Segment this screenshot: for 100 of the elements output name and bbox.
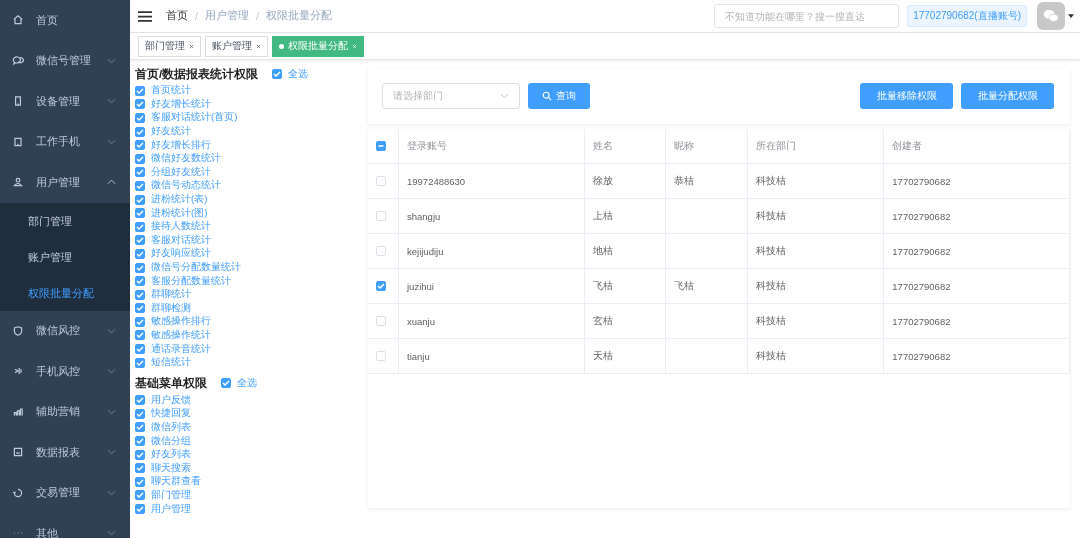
permission-label[interactable]: 进粉统计(表): [151, 193, 208, 207]
sidebar-item[interactable]: 设备管理: [0, 81, 130, 122]
checkbox[interactable]: [135, 126, 145, 137]
checkbox[interactable]: [135, 476, 145, 487]
permission-label[interactable]: 微信好友数统计: [151, 152, 221, 166]
checkbox[interactable]: [376, 281, 386, 291]
sidebar-item[interactable]: 微信号管理: [0, 40, 130, 81]
checkbox[interactable]: [135, 504, 145, 514]
checkbox[interactable]: [272, 69, 283, 79]
breadcrumb-item[interactable]: 首页: [166, 9, 188, 23]
breadcrumb-item[interactable]: 用户管理: [204, 9, 249, 23]
checkbox[interactable]: [135, 408, 145, 419]
permission-label[interactable]: 好友响应统计: [151, 247, 211, 261]
department-select[interactable]: 请选择部门: [382, 83, 520, 109]
checkbox[interactable]: [135, 276, 145, 287]
checkbox[interactable]: [135, 194, 145, 205]
checkbox[interactable]: [135, 316, 145, 327]
checkbox[interactable]: [135, 221, 145, 232]
select-all-label[interactable]: 全选: [288, 67, 309, 81]
permission-label[interactable]: 进粉统计(图): [151, 206, 208, 220]
checkbox[interactable]: [135, 235, 145, 246]
checkbox[interactable]: [135, 344, 145, 355]
permission-label[interactable]: 用户管理: [151, 502, 191, 516]
checkbox[interactable]: [135, 153, 145, 164]
checkbox[interactable]: [135, 180, 145, 191]
checkbox[interactable]: [135, 357, 145, 368]
permission-label[interactable]: 好友统计: [151, 125, 191, 139]
action-button[interactable]: 批量分配权限: [961, 83, 1054, 109]
permission-label[interactable]: 首页统计: [151, 84, 191, 98]
sidebar-item[interactable]: 用户管理: [0, 162, 130, 203]
permission-label[interactable]: 微信号分配数量统计: [151, 261, 241, 274]
permission-label[interactable]: 好友增长排行: [151, 138, 211, 152]
sidebar-item[interactable]: 手机风控: [0, 351, 130, 392]
permission-label[interactable]: 短信统计: [151, 356, 191, 370]
permission-label[interactable]: 分组好友统计: [151, 165, 211, 179]
checkbox[interactable]: [135, 248, 145, 259]
column-header: 创建者: [883, 129, 1070, 164]
checkbox[interactable]: [135, 140, 145, 151]
permission-label[interactable]: 客服对话统计: [151, 233, 211, 247]
sidebar-item[interactable]: 数据报表: [0, 432, 130, 473]
permission-label[interactable]: 通话录音统计: [151, 342, 211, 356]
permission-label[interactable]: 好友列表: [151, 448, 191, 462]
checkbox[interactable]: [135, 303, 145, 314]
checkbox[interactable]: [221, 378, 231, 389]
permission-label[interactable]: 客服对话统计(首页): [151, 111, 238, 125]
permission-label[interactable]: 群聊统计: [151, 288, 191, 302]
sidebar-item[interactable]: 其他: [0, 513, 130, 538]
permission-label[interactable]: 微信列表: [151, 420, 191, 434]
permission-label[interactable]: 部门管理: [151, 488, 191, 502]
permission-label[interactable]: 快捷回复: [151, 407, 191, 421]
sidebar-item[interactable]: 交易管理: [0, 472, 130, 513]
submenu-item[interactable]: 账户管理: [0, 238, 130, 275]
submenu-item[interactable]: 部门管理: [0, 202, 130, 239]
permission-label[interactable]: 聊天搜索: [151, 461, 191, 475]
action-button[interactable]: 批量移除权限: [860, 83, 953, 109]
permission-label[interactable]: 聊天群查看: [151, 475, 201, 489]
permission-label[interactable]: 好友增长统计: [151, 97, 211, 111]
table-cell: 徐放: [592, 174, 613, 186]
chevron-icon: [500, 93, 509, 99]
checkbox[interactable]: [135, 208, 145, 219]
permission-label[interactable]: 敏感操作排行: [151, 315, 211, 329]
permission-label[interactable]: 用户反馈: [151, 393, 191, 407]
checkbox[interactable]: [135, 262, 145, 273]
query-button[interactable]: 查询: [528, 83, 590, 109]
close-icon[interactable]: [189, 43, 194, 49]
checkbox[interactable]: [135, 99, 145, 110]
select-all-label[interactable]: 全选: [237, 376, 257, 390]
checkbox[interactable]: [376, 141, 386, 151]
caret-icon[interactable]: [1068, 14, 1074, 18]
permission-label[interactable]: 客服分配数量统计: [151, 274, 231, 288]
sidebar-item[interactable]: 微信风控: [0, 310, 130, 351]
submenu-item[interactable]: 权限批量分配: [0, 274, 130, 311]
checkbox[interactable]: [135, 330, 145, 341]
permission-label[interactable]: 微信分组: [151, 434, 191, 448]
nav-icon: [12, 405, 24, 418]
permission-label[interactable]: 敏感操作统计: [151, 329, 211, 342]
permission-label[interactable]: 微信号动态统计: [151, 179, 221, 193]
permission-label[interactable]: 群聊检测: [151, 301, 191, 315]
sidebar-item[interactable]: 首页: [0, 0, 130, 41]
tab[interactable]: 账户管理: [205, 35, 268, 57]
checkbox[interactable]: [135, 436, 145, 447]
checkbox[interactable]: [135, 167, 145, 178]
checkbox[interactable]: [135, 422, 145, 433]
sidebar-item[interactable]: 辅助营销: [0, 391, 130, 432]
tab[interactable]: 权限批量分配: [272, 35, 364, 57]
account-tag: 17702790682(直播账号): [907, 5, 1027, 27]
checkbox[interactable]: [135, 395, 145, 406]
checkbox[interactable]: [135, 490, 145, 501]
permission-label[interactable]: 接待人数统计: [151, 220, 211, 234]
checkbox[interactable]: [135, 113, 145, 123]
tab[interactable]: 部门管理: [138, 35, 201, 57]
close-icon[interactable]: [256, 43, 261, 49]
checkbox[interactable]: [135, 289, 145, 300]
sidebar-item[interactable]: 工作手机: [0, 121, 130, 162]
checkbox[interactable]: [135, 463, 145, 474]
checkbox[interactable]: [135, 85, 145, 96]
table-cell: 科技桔: [756, 244, 787, 256]
column-header: 昵称: [665, 129, 748, 164]
menu-icon[interactable]: [138, 10, 152, 22]
checkbox[interactable]: [135, 449, 145, 460]
